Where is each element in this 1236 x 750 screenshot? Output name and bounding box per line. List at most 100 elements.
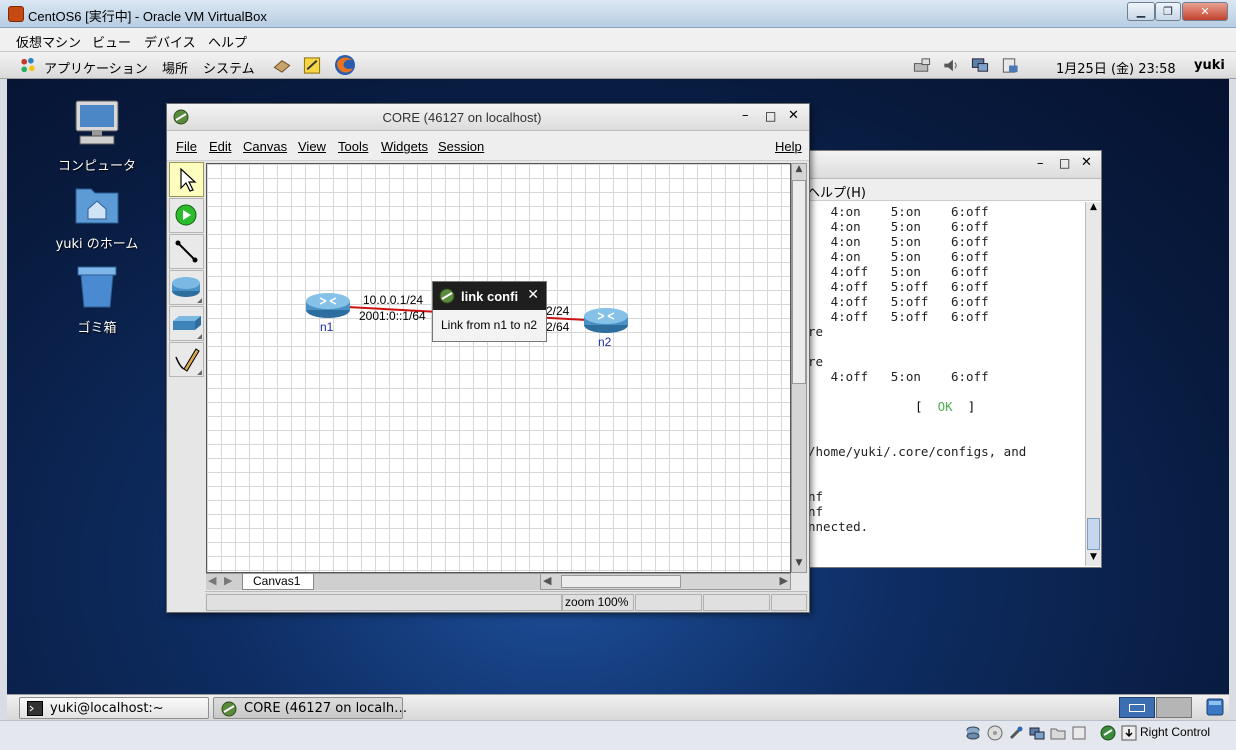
minimize-button[interactable]: ▁ [1127, 2, 1155, 21]
panel-menu-places[interactable]: 場所 [162, 58, 188, 77]
horizontal-scroll-thumb[interactable] [561, 575, 681, 588]
menu-edit[interactable]: Edit [209, 139, 231, 154]
workspace-2[interactable] [1156, 697, 1192, 718]
host-key-icon[interactable] [1121, 725, 1137, 741]
canvas-tab-bar: ◀ ▶ Canvas1 [206, 573, 540, 590]
core-maximize-button[interactable]: □ [765, 109, 776, 123]
tab-scroll-left-icon[interactable]: ◀ [208, 574, 216, 587]
menu-canvas[interactable]: Canvas [243, 139, 287, 154]
scroll-down-arrow-icon[interactable]: ▼ [1087, 552, 1100, 566]
menu-file[interactable]: File [176, 139, 197, 154]
status-cell-3 [703, 594, 770, 611]
terminal-scrollbar[interactable]: ▲ ▼ [1085, 202, 1101, 566]
menu-view[interactable]: View [298, 139, 326, 154]
terminal-menubar: ヘルプ(H) [801, 179, 1101, 201]
terminal-window[interactable]: – □ ✕ ヘルプ(H) 4:on 5:on 6:off 4:on 5:on 6… [800, 150, 1102, 568]
menu-help[interactable]: Help [775, 139, 802, 154]
panel-menu-system[interactable]: システム [203, 58, 255, 77]
terminal-minimize-button[interactable]: – [1037, 156, 1044, 171]
mouse-integration-icon[interactable] [1100, 725, 1116, 741]
terminal-maximize-button[interactable]: □ [1059, 156, 1070, 170]
scroll-left-arrow-icon[interactable]: ◀ [543, 574, 551, 587]
guest-taskbar: yuki@localhost:~ CORE (46127 on localh… [7, 694, 1229, 720]
panel-clock[interactable]: 1月25日 (金) 23:58 [1056, 58, 1176, 77]
canvas-vertical-scrollbar[interactable]: ▲ ▼ [791, 163, 807, 573]
optical-drive-icon[interactable] [987, 725, 1003, 741]
switch-tool-button[interactable] [169, 306, 204, 341]
taskbar-item-terminal[interactable]: yuki@localhost:~ [19, 697, 209, 719]
router-node-n1[interactable] [304, 290, 352, 320]
desktop-icon-trash[interactable]: ゴミ箱 [47, 263, 147, 336]
menu-help[interactable]: ヘルプ [208, 32, 247, 51]
video-capture-icon[interactable] [1071, 725, 1087, 741]
update-icon[interactable] [1000, 56, 1020, 75]
scroll-down-arrow-icon[interactable]: ▼ [792, 558, 806, 572]
tooltip-close-icon[interactable]: ✕ [527, 287, 539, 303]
terminal-output: 4:on 5:on 6:off 4:on 5:on 6:off 4:on 5:o… [808, 204, 1027, 534]
ok-status: [ OK ] [915, 399, 976, 414]
node-label-n2[interactable]: n2 [598, 335, 611, 349]
desktop-icon-home[interactable]: yuki のホーム [47, 183, 147, 252]
trash-icon [77, 266, 117, 308]
core-close-button[interactable]: ✕ [788, 108, 799, 123]
core-status-bar: zoom 100% [205, 591, 808, 612]
terminal-menu-help[interactable]: ヘルプ(H) [807, 182, 866, 201]
terminal-scroll-thumb[interactable] [1087, 518, 1100, 550]
tab-scroll-right-icon[interactable]: ▶ [224, 574, 232, 587]
trash-applet-icon[interactable] [1205, 697, 1225, 717]
canvas-horizontal-scrollbar[interactable]: ◀ ▶ [540, 573, 791, 590]
host-key-label: Right Control [1140, 725, 1211, 739]
router-node-n2[interactable] [582, 305, 630, 335]
hard-disk-icon[interactable] [965, 725, 981, 741]
scroll-up-arrow-icon[interactable]: ▲ [792, 164, 806, 178]
note-launcher-icon[interactable] [302, 56, 322, 75]
close-button[interactable]: ✕ [1182, 2, 1228, 21]
core-minimize-button[interactable]: – [742, 108, 749, 123]
network-adapter-icon[interactable] [1029, 725, 1045, 741]
taskbar-item-core[interactable]: CORE (46127 on localh… [213, 697, 407, 719]
annotation-tool-button[interactable] [169, 342, 204, 377]
shared-folder-icon[interactable] [1050, 725, 1066, 741]
router-tool-button[interactable] [169, 270, 204, 305]
gnome-foot-icon [21, 57, 35, 73]
workspace-1[interactable] [1119, 697, 1155, 718]
desktop-icon-label: yuki のホーム [55, 237, 139, 252]
virtualbox-status-bar: Right Control [0, 720, 1236, 750]
link-ipv6-label-n2: 2/64 [546, 320, 570, 334]
mail-launcher-icon[interactable] [272, 56, 292, 75]
maximize-button[interactable]: ❐ [1155, 2, 1181, 21]
select-tool-button[interactable] [169, 162, 204, 197]
status-cell-4 [771, 594, 807, 611]
network-status-icon[interactable] [912, 56, 932, 75]
link-tool-button[interactable] [169, 234, 204, 269]
vertical-scroll-thumb[interactable] [792, 180, 806, 384]
menu-devices[interactable]: デバイス [144, 32, 196, 51]
node-label-n1[interactable]: n1 [320, 320, 333, 334]
host-frame-right [1229, 79, 1236, 750]
link-config-tooltip[interactable]: link confi ✕ Link from n1 to n2 [432, 281, 547, 342]
core-window[interactable]: CORE (46127 on localhost) – □ ✕ File Edi… [166, 103, 810, 613]
desktop-icon-label: ゴミ箱 [77, 321, 117, 336]
usb-icon[interactable] [1008, 725, 1024, 741]
tooltip-body: Link from n1 to n2 [441, 318, 538, 332]
tooltip-title: link confi [461, 289, 519, 304]
terminal-close-button[interactable]: ✕ [1081, 155, 1092, 170]
menu-view[interactable]: ビュー [92, 32, 131, 51]
terminal-icon [27, 701, 43, 716]
display-icon[interactable] [970, 56, 990, 75]
menu-widgets[interactable]: Widgets [381, 139, 428, 154]
scroll-up-arrow-icon[interactable]: ▲ [1087, 202, 1100, 216]
menu-machine[interactable]: 仮想マシン [16, 32, 81, 51]
firefox-icon[interactable] [334, 54, 356, 76]
network-canvas[interactable]: n1 n2 10.0.0.1/24 2001:0::1/64 2/24 2/64… [206, 163, 791, 573]
volume-icon[interactable] [941, 56, 961, 75]
start-session-button[interactable] [169, 198, 204, 233]
status-cell-2 [635, 594, 702, 611]
panel-user[interactable]: yuki [1194, 58, 1225, 73]
desktop-icon-computer[interactable]: コンピュータ [47, 99, 147, 174]
tab-canvas1[interactable]: Canvas1 [242, 574, 314, 590]
scroll-right-arrow-icon[interactable]: ▶ [780, 574, 788, 587]
panel-menu-applications[interactable]: アプリケーション [44, 58, 148, 77]
menu-tools[interactable]: Tools [338, 139, 368, 154]
menu-session[interactable]: Session [438, 139, 484, 154]
